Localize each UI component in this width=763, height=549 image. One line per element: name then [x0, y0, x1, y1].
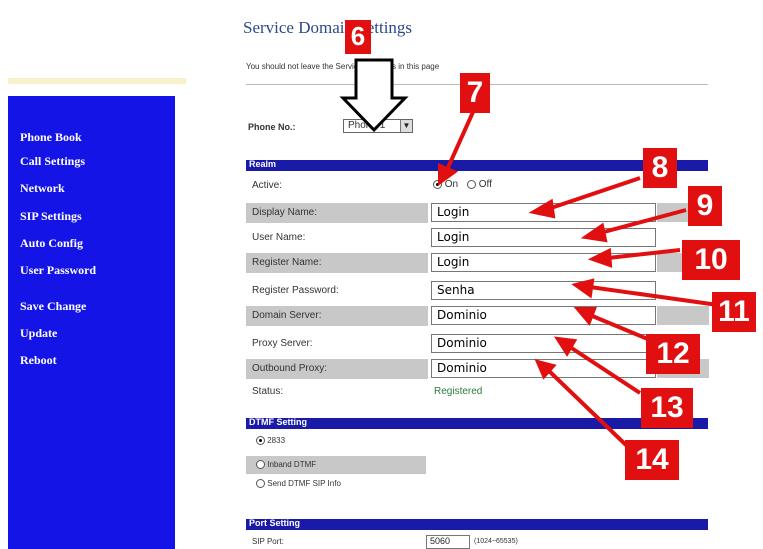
dtmf-option-sip-info[interactable]: Send DTMF SIP Info — [256, 479, 341, 489]
status-label: Status: — [252, 386, 284, 397]
sidebar-top-strip — [8, 78, 186, 84]
realm-section-bar: Realm — [246, 159, 708, 171]
sidebar-item-update[interactable]: Update — [20, 326, 57, 341]
badge-6: 6 — [345, 20, 371, 54]
dtmf-section-title: DTMF Setting — [249, 417, 307, 427]
dtmf-option-label: 2833 — [267, 436, 286, 445]
badge-14: 14 — [625, 440, 679, 480]
page-title: Service Domain Settings — [243, 18, 413, 37]
register-name-input[interactable]: Login — [431, 253, 656, 272]
sidebar-item-reboot[interactable]: Reboot — [20, 353, 57, 368]
radio-off-label: Off — [478, 179, 492, 190]
domain-server-input[interactable]: Dominio — [431, 306, 656, 325]
display-name-input[interactable]: Login — [431, 203, 656, 222]
sidebar-item-call-settings[interactable]: Call Settings — [20, 154, 85, 169]
domain-server-label: Domain Server: — [252, 310, 322, 321]
page-note: You should not leave the Service Domains… — [246, 62, 440, 71]
badge-11: 11 — [712, 292, 756, 332]
register-password-label: Register Password: — [252, 285, 339, 296]
phone-label: Phone No.: — [248, 122, 296, 132]
register-password-input[interactable]: Senha — [431, 281, 656, 300]
proxy-server-label: Proxy Server: — [252, 338, 313, 349]
row-shade-right — [657, 306, 709, 325]
badge-9: 9 — [688, 186, 722, 226]
sidebar-item-auto-config[interactable]: Auto Config — [20, 236, 83, 251]
display-name-label: Display Name: — [252, 207, 318, 218]
status-value: Registered — [434, 386, 483, 397]
sip-port-range: (1024~65535) — [474, 538, 518, 545]
proxy-server-input[interactable]: Dominio — [431, 334, 656, 353]
chevron-down-icon[interactable]: ▼ — [400, 120, 412, 132]
badge-8: 8 — [643, 148, 677, 188]
badge-13: 13 — [641, 388, 693, 428]
sidebar-item-phone-book[interactable]: Phone Book — [20, 130, 82, 145]
sidebar-item-user-password[interactable]: User Password — [20, 263, 96, 278]
sip-port-label: SIP Port: — [252, 537, 284, 546]
dtmf-radio-inband[interactable] — [256, 460, 265, 470]
active-label: Active: — [252, 180, 283, 191]
radio-on-label: On — [444, 179, 459, 190]
dtmf-option-label: Send DTMF SIP Info — [267, 479, 341, 488]
dtmf-section-bar: DTMF Setting — [246, 417, 708, 429]
phone-select-value: Phone 1 — [348, 120, 386, 131]
radio-off[interactable] — [466, 179, 476, 189]
sidebar-item-network[interactable]: Network — [20, 181, 65, 196]
sip-port-input[interactable]: 5060 — [426, 535, 470, 549]
sidebar-item-save-change[interactable]: Save Change — [20, 299, 86, 314]
radio-on[interactable] — [433, 179, 442, 189]
dtmf-radio-sip-info[interactable] — [256, 479, 265, 489]
arrow-14 — [546, 368, 628, 447]
sidebar: Phone Book Call Settings Network SIP Set… — [8, 96, 175, 549]
user-name-label: User Name: — [252, 232, 306, 243]
port-section-bar: Port Setting — [246, 518, 708, 530]
dtmf-option-inband[interactable]: Inband DTMF — [256, 460, 317, 470]
phone-select[interactable]: Phone 1 ▼ — [343, 119, 413, 133]
port-section-title: Port Setting — [249, 518, 300, 528]
badge-12: 12 — [646, 334, 700, 374]
register-name-label: Register Name: — [252, 257, 322, 268]
realm-section-title: Realm — [249, 159, 277, 169]
badge-10: 10 — [682, 240, 740, 280]
outbound-proxy-input[interactable]: Dominio — [431, 359, 656, 378]
sidebar-item-sip-settings[interactable]: SIP Settings — [20, 209, 82, 224]
outbound-proxy-label: Outbound Proxy: — [252, 363, 328, 374]
user-name-input[interactable]: Login — [431, 228, 656, 247]
active-radio-group: On Off — [433, 179, 492, 190]
dtmf-option-2833[interactable]: 2833 — [256, 436, 286, 446]
dtmf-option-label: Inband DTMF — [267, 460, 317, 469]
dtmf-radio-2833[interactable] — [256, 436, 265, 446]
badge-7: 7 — [460, 73, 490, 113]
